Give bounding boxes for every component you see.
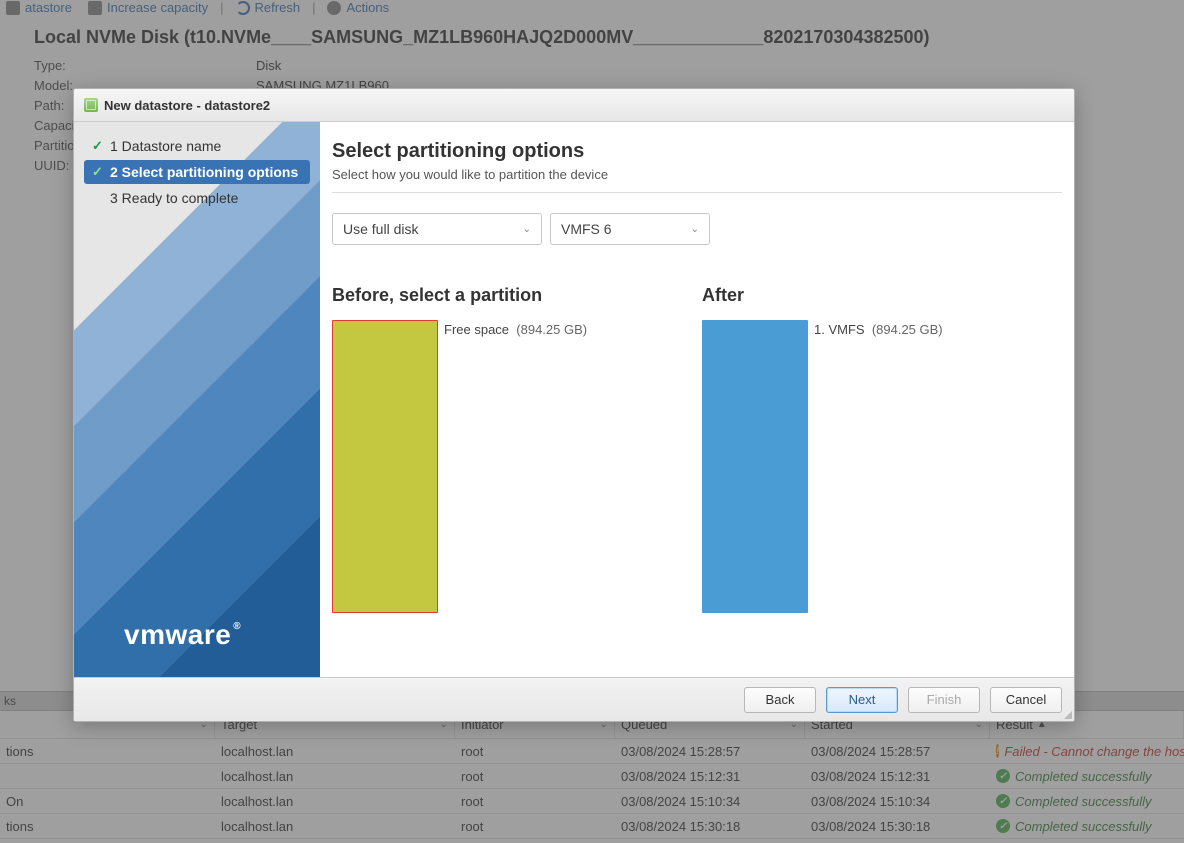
wizard-footer: Back Next Finish Cancel [74, 677, 1074, 721]
before-legend: Free space (894.25 GB) [444, 320, 587, 337]
cancel-button[interactable]: Cancel [990, 687, 1062, 713]
check-icon: ✓ [92, 138, 104, 154]
vmware-logo-text: vmware [124, 619, 231, 651]
after-partition-bar [702, 320, 808, 613]
disk-usage-select-value: Use full disk [343, 221, 418, 237]
wizard-step-label: 3 Ready to complete [110, 190, 238, 206]
chevron-down-icon: ⌄ [691, 224, 699, 235]
divider [332, 192, 1062, 193]
wizard-step[interactable]: ✓ 1 Datastore name [84, 134, 310, 158]
back-button[interactable]: Back [744, 687, 816, 713]
before-partition-bar[interactable] [332, 320, 438, 613]
main-title: Select partitioning options [332, 140, 1062, 163]
wizard-main: Select partitioning options Select how y… [320, 122, 1074, 677]
after-legend-size: (894.25 GB) [872, 322, 943, 337]
main-subtitle: Select how you would like to partition t… [332, 167, 1062, 182]
wizard-step-label: 2 Select partitioning options [110, 164, 298, 180]
next-button[interactable]: Next [826, 687, 898, 713]
chevron-down-icon: ⌄ [523, 224, 531, 235]
after-legend: 1. VMFS (894.25 GB) [814, 320, 943, 337]
vmfs-version-select-value: VMFS 6 [561, 221, 612, 237]
after-column: After 1. VMFS (894.25 GB) [702, 285, 1042, 613]
before-legend-label: Free space [444, 322, 509, 337]
check-icon: ✓ [92, 164, 104, 180]
vmfs-version-select[interactable]: VMFS 6 ⌄ [550, 213, 710, 245]
wizard-titlebar[interactable]: New datastore - datastore2 [74, 89, 1074, 122]
finish-button[interactable]: Finish [908, 687, 980, 713]
new-datastore-wizard: New datastore - datastore2 ✓ 1 Datastore … [73, 88, 1075, 722]
before-title: Before, select a partition [332, 285, 672, 306]
after-legend-label: 1. VMFS [814, 322, 865, 337]
disk-usage-select[interactable]: Use full disk ⌄ [332, 213, 542, 245]
datastore-icon [84, 98, 98, 112]
after-title: After [702, 285, 1042, 306]
registered-icon: ® [233, 621, 241, 632]
before-legend-size: (894.25 GB) [516, 322, 587, 337]
wizard-title: New datastore - datastore2 [104, 98, 270, 113]
vmware-logo: vmware® [124, 619, 241, 651]
before-column: Before, select a partition Free space (8… [332, 285, 672, 613]
wizard-step[interactable]: 3 Ready to complete [84, 186, 310, 210]
wizard-step[interactable]: ✓ 2 Select partitioning options [84, 160, 310, 184]
wizard-step-label: 1 Datastore name [110, 138, 221, 154]
wizard-sidebar: ✓ 1 Datastore name ✓ 2 Select partitioning … [74, 122, 320, 677]
